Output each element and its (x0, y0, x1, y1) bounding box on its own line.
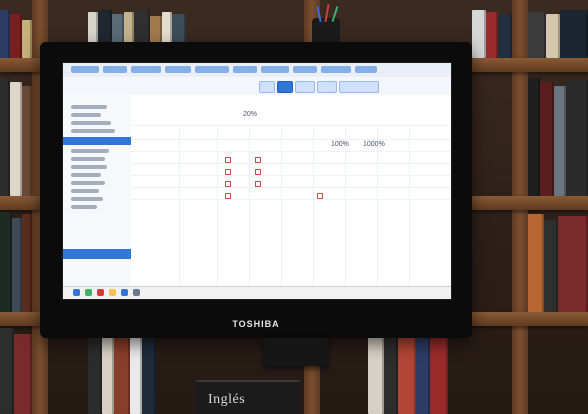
monitor-stand (264, 338, 328, 366)
percent-label: 100% (331, 141, 349, 148)
photo-scene: 20% 100% 1000% TOSHIBA Inglés (0, 0, 588, 414)
sidebar-line (71, 205, 97, 209)
taskbar-icon (109, 289, 116, 296)
book (554, 86, 566, 196)
browser-tab (261, 66, 289, 73)
book (0, 212, 12, 312)
sidebar-selected-row (63, 137, 131, 145)
browser-tab (355, 66, 377, 73)
book (540, 82, 554, 196)
book-title: Inglés (208, 392, 246, 407)
percent-label: 20% (243, 111, 258, 118)
browser-tab (165, 66, 191, 73)
book (398, 328, 416, 414)
book (10, 14, 22, 58)
sidebar-line (71, 121, 111, 125)
book (22, 20, 32, 58)
sidebar-line (71, 149, 109, 153)
red-checkbox-mark (225, 181, 231, 187)
red-checkbox-mark (255, 157, 261, 163)
book (498, 14, 512, 58)
book (560, 10, 588, 58)
book (0, 10, 10, 58)
browser-chrome (63, 63, 451, 78)
red-checkbox-mark (225, 157, 231, 163)
sidebar-line (71, 173, 101, 177)
red-checkbox-mark (255, 169, 261, 175)
percent-label: 1000% (363, 141, 385, 148)
toolbar-button (295, 81, 315, 93)
sidebar-line (71, 157, 105, 161)
red-checkbox-mark (317, 193, 323, 199)
toolbar-button (339, 81, 379, 93)
grid-line (179, 125, 180, 299)
grid-line (409, 125, 410, 299)
book (528, 12, 546, 58)
sidebar-line (71, 189, 99, 193)
book (0, 328, 14, 414)
spreadsheet-area: 20% 100% 1000% (131, 95, 451, 299)
browser-tab (293, 66, 317, 73)
red-checkbox-mark (225, 193, 231, 199)
browser-tab (233, 66, 257, 73)
browser-tab (103, 66, 127, 73)
taskbar-icon (133, 289, 140, 296)
book (22, 214, 32, 312)
toolbar-button (259, 81, 275, 93)
taskbar (63, 286, 451, 299)
red-checkbox-mark (255, 181, 261, 187)
book (486, 12, 498, 58)
book (546, 14, 560, 58)
browser-tab (321, 66, 351, 73)
book (130, 338, 142, 414)
book (12, 218, 22, 312)
browser-tab (71, 66, 99, 73)
sidebar (63, 95, 132, 299)
book (430, 332, 448, 414)
sidebar-selected-row (63, 249, 131, 259)
browser-tab (195, 66, 229, 73)
book (384, 332, 398, 414)
book (528, 214, 544, 312)
book (416, 334, 430, 414)
toolbar (63, 77, 451, 96)
book (0, 78, 10, 196)
grid-line (377, 125, 378, 299)
book (528, 78, 540, 196)
sidebar-line (71, 197, 103, 201)
book (368, 330, 384, 414)
sidebar-line (71, 165, 107, 169)
taskbar-icon (121, 289, 128, 296)
monitor-brand: TOSHIBA (232, 319, 280, 329)
taskbar-icon (73, 289, 80, 296)
grid-line (217, 125, 218, 299)
taskbar-icon (85, 289, 92, 296)
book (22, 86, 32, 196)
book (10, 82, 22, 196)
screen: 20% 100% 1000% (62, 62, 452, 300)
taskbar-icon (97, 289, 104, 296)
grid-line (249, 125, 250, 299)
book (142, 330, 156, 414)
book (102, 334, 114, 414)
sidebar-line (71, 105, 107, 109)
toolbar-button (317, 81, 337, 93)
book (566, 80, 588, 196)
book (558, 216, 588, 312)
toolbar-button (277, 81, 293, 93)
grid-line (281, 125, 282, 299)
sidebar-line (71, 181, 105, 185)
book (14, 334, 32, 414)
book (88, 330, 102, 414)
sidebar-line (71, 113, 101, 117)
sidebar-line (71, 129, 115, 133)
red-checkbox-mark (225, 169, 231, 175)
grid-line (313, 125, 314, 299)
book (544, 220, 558, 312)
book (472, 10, 486, 58)
grid-line (345, 125, 346, 299)
browser-tab (131, 66, 161, 73)
monitor: 20% 100% 1000% TOSHIBA (40, 42, 472, 338)
book (114, 332, 130, 414)
